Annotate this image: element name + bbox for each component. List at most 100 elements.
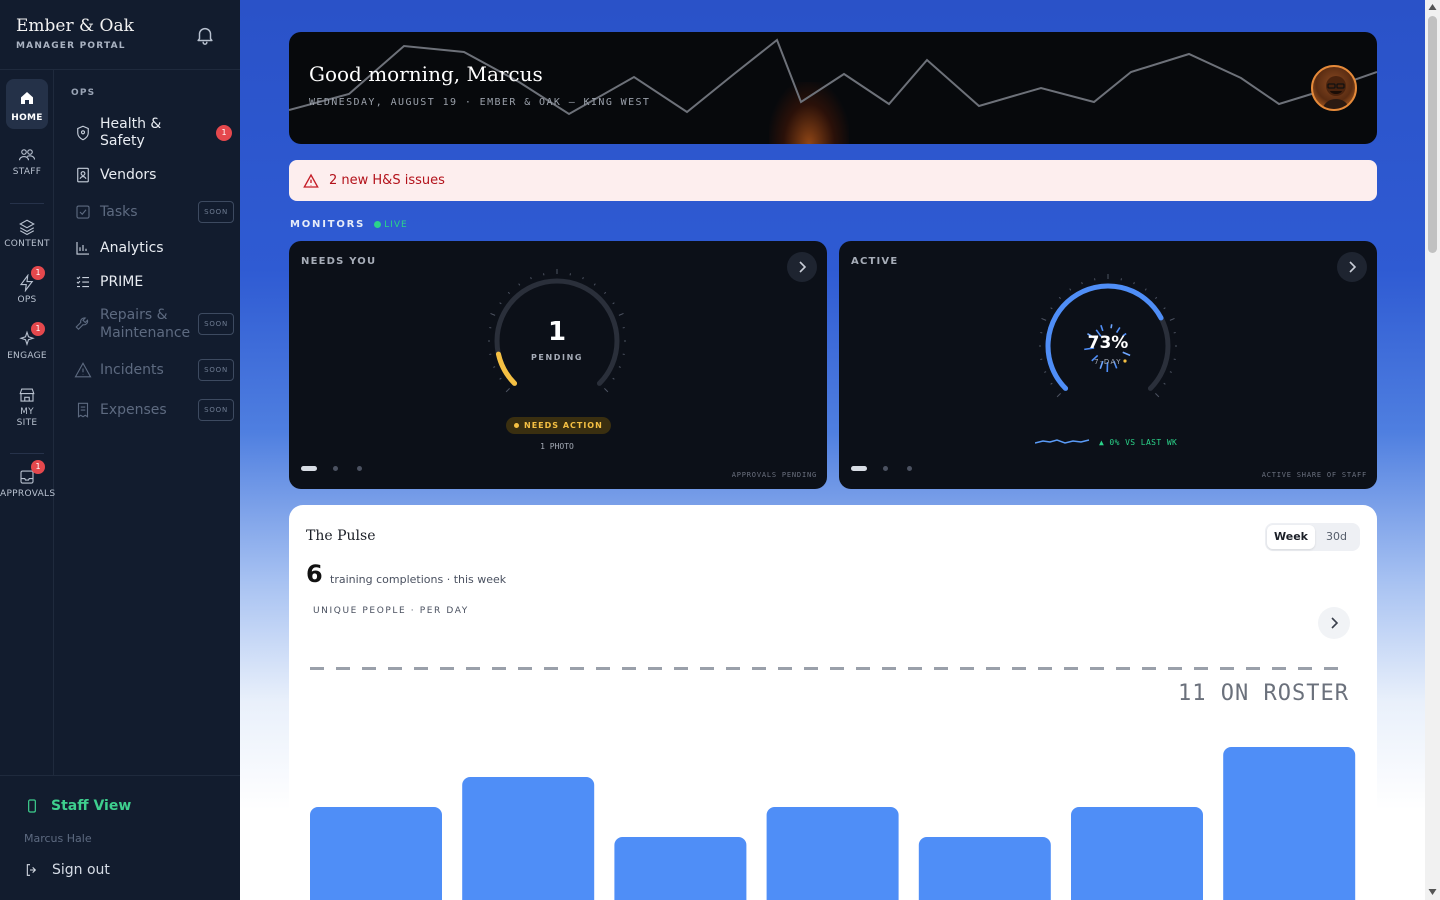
bell-icon[interactable] (194, 24, 216, 46)
active-gauge-tick (1041, 317, 1047, 321)
menu-item-label: Incidents (100, 362, 164, 378)
user-name: Marcus Hale (24, 832, 92, 845)
carousel-dot[interactable] (301, 466, 317, 471)
rail-divider (10, 203, 44, 204)
alert-banner[interactable]: 2 new H&S issues (289, 160, 1377, 201)
pulse-bar[interactable] (614, 837, 747, 900)
staff-view-link[interactable]: Staff View (24, 798, 131, 814)
menu-item-label: Vendors (100, 167, 157, 183)
rail-my-site-label: MY SITE (16, 407, 38, 428)
menu-item-analytics[interactable]: Analytics (74, 237, 234, 259)
monitor-footer: APPROVALS PENDING (731, 471, 817, 479)
menu-item-label: PRIME (100, 274, 144, 290)
needs-gauge-tick (582, 277, 584, 280)
monitor-next-button[interactable] (787, 252, 817, 282)
pulse-bar[interactable] (766, 807, 899, 900)
pulse-bar[interactable] (310, 807, 442, 900)
active-gauge-ray (1115, 327, 1121, 333)
monitor-footer: ACTIVE SHARE OF STAFF (1261, 471, 1367, 479)
pending-label: PENDING (530, 353, 584, 362)
needs-gauge-tick (530, 277, 532, 280)
soon-tag: SOON (198, 201, 234, 223)
rail-home-label: HOME (11, 113, 43, 123)
chevron-right-icon (799, 261, 807, 273)
scroll-up-icon[interactable] (1428, 3, 1437, 11)
active-gauge-tick (1056, 393, 1061, 398)
pulse-bar[interactable] (462, 777, 595, 900)
carousel-dot[interactable] (333, 466, 338, 471)
rail-ops-label: OPS (17, 295, 37, 305)
warning-icon (303, 173, 319, 188)
menu-item-prime[interactable]: PRIME (74, 271, 234, 293)
rail-engage-badge: 1 (31, 322, 45, 336)
menu-item-repairs: Repairs & Maintenance SOON (74, 306, 234, 342)
trend-text: ▲ 0% VS LAST WK (1099, 437, 1178, 447)
brand-name: Ember & Oak (16, 16, 134, 36)
scroll-down-icon[interactable] (1428, 888, 1437, 896)
rail-content[interactable]: CONTENT (0, 218, 54, 249)
monitor-active[interactable]: ACTIVE 73% 7-DAY ▲ 0% VS LAST WK ACTIVE … (839, 241, 1377, 489)
menu-section-title: OPS (71, 88, 96, 98)
users-icon (18, 149, 36, 161)
active-gauge-tick (1050, 382, 1053, 385)
avatar[interactable] (1311, 65, 1357, 111)
sidebar-footer: Staff View Marcus Hale Sign out (0, 775, 240, 900)
needs-gauge-tick (507, 291, 510, 294)
menu-item-incidents: Incidents SOON (74, 358, 234, 382)
home-icon (21, 92, 33, 104)
live-label: LIVE (384, 219, 408, 230)
shield-icon (77, 125, 89, 141)
menu-item-label: Tasks (100, 204, 138, 220)
active-gauge-tick (1081, 282, 1083, 285)
scrollbar[interactable] (1425, 0, 1440, 900)
rail-my-site[interactable]: MY SITE (0, 386, 54, 429)
active-gauge-tick (1169, 317, 1175, 321)
monitor-title: ACTIVE (851, 256, 899, 267)
greeting: Good morning, Marcus (309, 62, 543, 86)
monitor-next-button[interactable] (1337, 252, 1367, 282)
staff-view-label: Staff View (51, 798, 132, 814)
rail-engage[interactable]: ENGAGE 1 (0, 322, 54, 361)
carousel-dot[interactable] (357, 466, 362, 471)
menu-item-expenses: Expenses SOON (74, 398, 234, 422)
monitors-header: MONITORS LIVE (290, 219, 408, 230)
pulse-bar[interactable] (1071, 807, 1203, 900)
icon-rail: HOME STAFF CONTENT OPS 1 ENGAGE 1 MY SIT… (0, 70, 55, 775)
carousel-dot[interactable] (907, 466, 912, 471)
rail-staff[interactable]: STAFF (0, 146, 54, 177)
menu-item-tasks: Tasks SOON (74, 200, 234, 224)
carousel-dot[interactable] (883, 466, 888, 471)
active-gauge-tick (1133, 282, 1135, 285)
active-trend: ▲ 0% VS LAST WK (1035, 437, 1177, 447)
menu-item-label: Repairs & Maintenance (100, 307, 191, 341)
needs-gauge-tick (505, 388, 510, 393)
carousel-dots[interactable] (851, 466, 931, 471)
active-gauge-tick (1155, 393, 1160, 398)
carousel-dot[interactable] (851, 466, 867, 471)
contact-book-icon (77, 167, 89, 183)
needs-gauge-tick (493, 366, 496, 368)
active-gauge-tick (1058, 296, 1061, 299)
menu-item-label: Expenses (100, 402, 167, 418)
scroll-thumb[interactable] (1428, 16, 1437, 253)
pending-count: 1 (547, 317, 567, 347)
carousel-dots[interactable] (301, 466, 381, 471)
menu-item-health-safety[interactable]: Health & Safety 1 (74, 116, 234, 150)
rail-engage-label: ENGAGE (7, 351, 47, 361)
menu-item-vendors[interactable]: Vendors (74, 164, 234, 186)
wrench-icon (75, 317, 89, 331)
active-period: 7-DAY (1094, 358, 1122, 366)
active-gauge-tick (1155, 296, 1158, 299)
pulse-bar[interactable] (1223, 747, 1356, 900)
phone-icon (28, 799, 36, 813)
sign-out-button[interactable]: Sign out (24, 862, 110, 878)
rail-home[interactable]: HOME (6, 79, 48, 129)
pulse-bar[interactable] (918, 837, 1051, 900)
pulse-card: The Pulse Week 30d 6 training completion… (289, 505, 1377, 900)
monitor-needs-you[interactable]: NEEDS YOU 1 PENDING NEEDS ACTION 1 PHOTO… (289, 241, 827, 489)
rail-approvals[interactable]: APPROVALS 1 (0, 460, 55, 499)
checkbox-icon (76, 205, 90, 219)
active-percent: 73% (1087, 333, 1129, 353)
active-gauge-tick (1144, 288, 1147, 291)
rail-ops[interactable]: OPS 1 (0, 266, 54, 305)
